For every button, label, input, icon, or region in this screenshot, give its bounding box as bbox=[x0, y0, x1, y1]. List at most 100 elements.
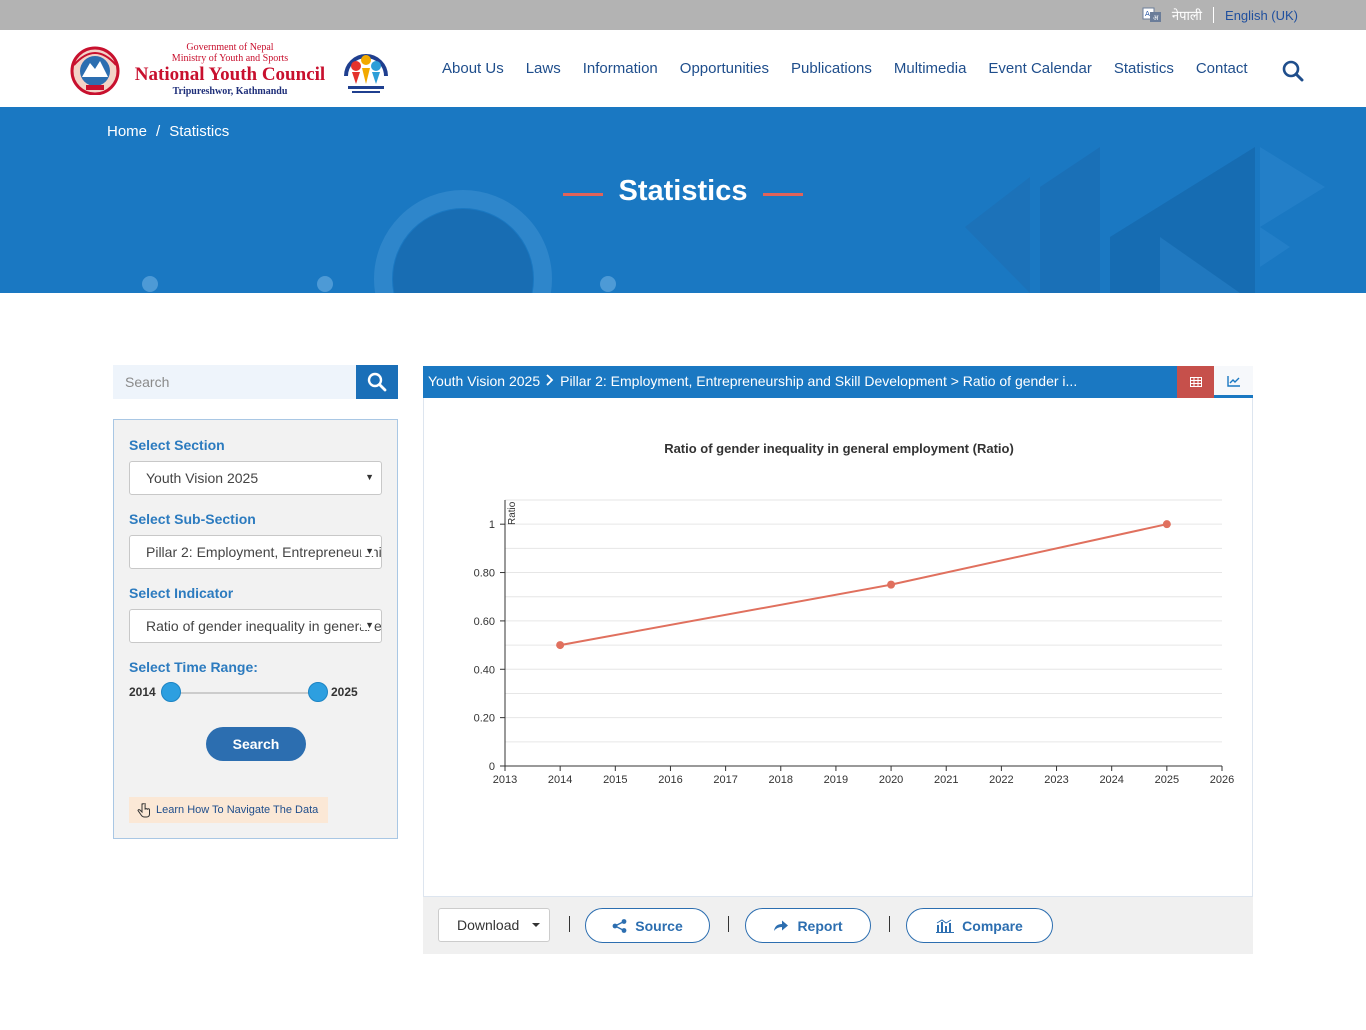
data-point bbox=[887, 580, 896, 589]
action-divider bbox=[728, 916, 729, 932]
line-chart: Ratio of gender inequality in general em… bbox=[474, 441, 1235, 786]
action-divider bbox=[569, 916, 570, 932]
x-tick-label: 2017 bbox=[713, 774, 737, 786]
dropdown-arrow-icon: ▼ bbox=[361, 546, 374, 556]
sidebar-search-input[interactable] bbox=[113, 365, 356, 399]
time-range-label: Select Time Range: bbox=[129, 659, 258, 675]
share-nodes-icon bbox=[612, 918, 627, 933]
x-tick-label: 2020 bbox=[879, 774, 903, 786]
page-banner: Home / Statistics Statistics bbox=[0, 107, 1366, 293]
nav-information[interactable]: Information bbox=[583, 60, 658, 77]
range-min-value: 2014 bbox=[129, 685, 156, 699]
language-divider bbox=[1213, 7, 1215, 23]
language-switcher: A अ नेपाली English (UK) bbox=[1142, 6, 1298, 24]
path-section[interactable]: Youth Vision 2025 bbox=[428, 373, 540, 389]
x-tick-label: 2026 bbox=[1210, 774, 1234, 786]
pointer-hand-icon bbox=[137, 802, 150, 817]
nepal-emblem-icon[interactable] bbox=[68, 45, 122, 95]
x-tick-label: 2023 bbox=[1044, 774, 1068, 786]
breadcrumb-separator: / bbox=[156, 123, 161, 140]
y-tick-label: 0.60 bbox=[474, 616, 495, 628]
council-logo-text[interactable]: Government of Nepal Ministry of Youth an… bbox=[128, 42, 332, 98]
nyc-logo-icon[interactable] bbox=[342, 46, 390, 96]
filter-panel: Select Section Youth Vision 2025 ▼ Selec… bbox=[113, 419, 398, 839]
subsection-select-value: Pillar 2: Employment, Entrepreneurship a… bbox=[146, 544, 382, 560]
y-tick-label: 1 bbox=[489, 519, 495, 531]
caret-down-icon bbox=[532, 923, 540, 927]
time-range-track[interactable] bbox=[171, 692, 319, 694]
search-icon[interactable] bbox=[1282, 60, 1304, 82]
logo-line-government: Government of Nepal bbox=[186, 42, 274, 53]
search-icon bbox=[367, 372, 387, 392]
page-title: Statistics bbox=[618, 175, 748, 207]
source-button[interactable]: Source bbox=[585, 908, 710, 943]
svg-text:A: A bbox=[1145, 10, 1150, 18]
x-tick-label: 2019 bbox=[824, 774, 848, 786]
x-tick-label: 2016 bbox=[658, 774, 682, 786]
breadcrumb: Home / Statistics bbox=[107, 123, 229, 140]
dropdown-arrow-icon: ▼ bbox=[361, 620, 374, 630]
filter-search-button[interactable]: Search bbox=[206, 727, 306, 761]
section-select[interactable]: Youth Vision 2025 ▼ bbox=[129, 461, 382, 495]
subsection-label: Select Sub-Section bbox=[129, 511, 256, 527]
section-select-value: Youth Vision 2025 bbox=[146, 470, 259, 486]
y-tick-label: 0.20 bbox=[474, 713, 495, 725]
range-max-handle[interactable] bbox=[308, 682, 328, 702]
dropdown-arrow-icon: ▼ bbox=[365, 472, 374, 482]
x-tick-label: 2025 bbox=[1155, 774, 1179, 786]
x-tick-label: 2022 bbox=[989, 774, 1013, 786]
x-tick-label: 2013 bbox=[493, 774, 517, 786]
line-chart-icon bbox=[1226, 375, 1240, 387]
compare-label: Compare bbox=[962, 917, 1023, 934]
top-bar: A अ नेपाली English (UK) bbox=[0, 0, 1366, 30]
breadcrumb-current: Statistics bbox=[169, 123, 230, 140]
chart-view-button[interactable] bbox=[1214, 366, 1253, 398]
chart-title: Ratio of gender inequality in general em… bbox=[664, 441, 1014, 456]
subsection-select[interactable]: Pillar 2: Employment, Entrepreneurship a… bbox=[129, 535, 382, 569]
download-dropdown[interactable]: Download bbox=[438, 908, 550, 942]
nav-statistics[interactable]: Statistics bbox=[1114, 60, 1174, 77]
nepali-language-link[interactable]: नेपाली bbox=[1172, 6, 1202, 24]
nav-about-us[interactable]: About Us bbox=[442, 60, 504, 77]
y-axis-label: Ratio bbox=[507, 501, 518, 525]
indicator-path: Youth Vision 2025 Pillar 2: Employment, … bbox=[428, 373, 1163, 389]
download-label: Download bbox=[457, 917, 520, 933]
nav-contact[interactable]: Contact bbox=[1196, 60, 1248, 77]
data-point bbox=[556, 641, 565, 650]
table-icon bbox=[1189, 377, 1202, 387]
x-tick-label: 2021 bbox=[934, 774, 958, 786]
report-label: Report bbox=[797, 917, 843, 934]
nav-event-calendar[interactable]: Event Calendar bbox=[988, 60, 1091, 77]
range-max-value: 2025 bbox=[331, 685, 358, 699]
site-header: Government of Nepal Ministry of Youth an… bbox=[0, 30, 1366, 107]
sidebar-search-button[interactable] bbox=[356, 365, 398, 399]
nav-multimedia[interactable]: Multimedia bbox=[894, 60, 967, 77]
path-subsection-indicator[interactable]: Pillar 2: Employment, Entrepreneurship a… bbox=[560, 373, 1077, 389]
english-language-link[interactable]: English (UK) bbox=[1225, 8, 1298, 23]
series-line bbox=[559, 523, 1168, 647]
breadcrumb-home-link[interactable]: Home bbox=[107, 123, 147, 140]
report-button[interactable]: Report bbox=[745, 908, 871, 943]
share-arrow-icon bbox=[774, 920, 789, 931]
action-divider bbox=[889, 916, 890, 932]
chevron-right-icon bbox=[546, 373, 554, 389]
learn-navigate-link[interactable]: Learn How To Navigate The Data bbox=[129, 797, 329, 823]
compare-button[interactable]: Compare bbox=[906, 908, 1053, 943]
x-tick-label: 2024 bbox=[1099, 774, 1123, 786]
x-tick-label: 2018 bbox=[769, 774, 793, 786]
logo-line-ministry: Ministry of Youth and Sports bbox=[171, 53, 289, 64]
data-point bbox=[1162, 520, 1171, 529]
y-tick-label: 0.40 bbox=[474, 664, 495, 676]
nav-publications[interactable]: Publications bbox=[791, 60, 872, 77]
table-view-button[interactable] bbox=[1177, 366, 1214, 398]
y-tick-label: 0 bbox=[489, 761, 495, 773]
section-label: Select Section bbox=[129, 437, 225, 453]
nav-opportunities[interactable]: Opportunities bbox=[680, 60, 769, 77]
translate-icon: A अ bbox=[1142, 7, 1161, 22]
learn-navigate-text: Learn How To Navigate The Data bbox=[156, 804, 319, 816]
range-min-handle[interactable] bbox=[161, 682, 181, 702]
nav-laws[interactable]: Laws bbox=[526, 60, 561, 77]
sidebar-search bbox=[113, 365, 398, 399]
source-label: Source bbox=[635, 917, 683, 934]
indicator-select[interactable]: Ratio of gender inequality in general em… bbox=[129, 609, 382, 643]
